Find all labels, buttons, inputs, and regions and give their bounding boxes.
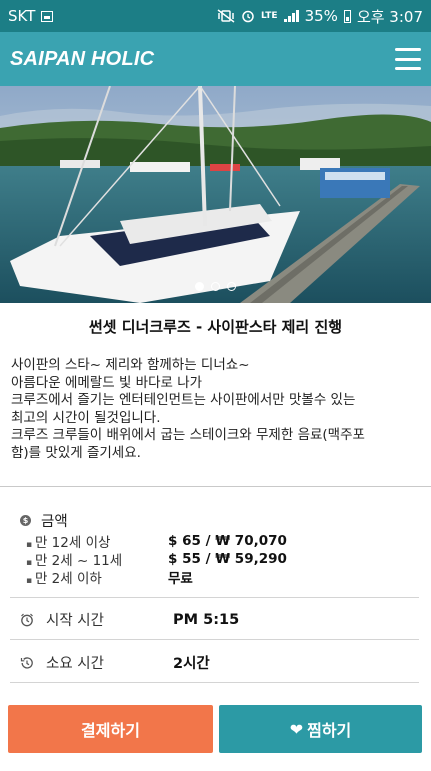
- price-row: 만 2세 이하 무료: [26, 567, 406, 587]
- cruise-photo: [0, 86, 431, 303]
- description-line: 최고의 시간이 될것입니다.: [11, 409, 161, 426]
- pay-button[interactable]: 결제하기: [8, 705, 213, 753]
- duration-value: 2시간: [173, 656, 210, 672]
- price-heading: $ 금액: [20, 510, 68, 531]
- price-value: $ 55 / ₩ 59,290: [168, 551, 287, 567]
- status-right: LTE 35% 오후 3:07: [217, 6, 423, 27]
- heart-icon: ❤: [289, 719, 304, 739]
- description-line: 아름다운 에메랄드 빛 바다로 나가: [11, 374, 203, 391]
- clock: 오후 3:07: [356, 7, 423, 26]
- row-divider: [10, 597, 419, 598]
- history-icon: [20, 656, 33, 669]
- description-line: 사이판의 스타~ 제리와 함께하는 디너쇼~: [11, 357, 250, 373]
- pay-button-label: 결제하기: [81, 721, 140, 740]
- start-time-row: 시작 시간 PM 5:15: [20, 609, 410, 630]
- price-row: 만 12세 이상 $ 65 / ₩ 70,070: [26, 531, 406, 551]
- status-bar: SKT LTE 35% 오후 3:07: [0, 0, 431, 32]
- price-age-label: 만 2세 이하: [26, 567, 168, 587]
- app-header: SAIPAN HOLIC: [0, 32, 431, 86]
- duration-row: 소요 시간 2시간: [20, 652, 410, 673]
- status-left: SKT: [8, 7, 54, 25]
- price-value: 무료: [168, 571, 193, 587]
- price-list: 만 12세 이상 $ 65 / ₩ 70,070 만 2세 ~ 11세 $ 55…: [26, 531, 406, 587]
- carousel-dots: [0, 282, 431, 291]
- price-row: 만 2세 ~ 11세 $ 55 / ₩ 59,290: [26, 549, 406, 569]
- brand-logo[interactable]: SAIPAN HOLIC: [10, 48, 154, 71]
- battery-icon: [343, 9, 351, 23]
- image-icon: [41, 10, 54, 22]
- signal-icon: [283, 10, 299, 22]
- hero-carousel[interactable]: [0, 86, 431, 303]
- wishlist-button[interactable]: ❤ 찜하기: [219, 705, 422, 753]
- carrier-label: SKT: [8, 7, 36, 25]
- duration-label: 소요 시간: [46, 656, 104, 672]
- hamburger-menu-icon[interactable]: [395, 48, 421, 70]
- mute-vibrate-icon: [217, 9, 235, 23]
- alarm-clock-icon: [21, 613, 33, 626]
- start-time-value: PM 5:15: [173, 611, 240, 628]
- wishlist-button-label: 찜하기: [307, 721, 352, 740]
- carousel-dot[interactable]: [227, 282, 236, 291]
- carousel-dot[interactable]: [195, 282, 204, 291]
- description-line: 크루즈 크루들이 배위에서 굽는 스테이크와 무제한 음료(맥주포: [11, 427, 365, 443]
- section-divider: [0, 486, 431, 487]
- start-time-label: 시작 시간: [46, 613, 104, 629]
- price-value: $ 65 / ₩ 70,070: [168, 533, 287, 549]
- price-age-label: 만 2세 ~ 11세: [26, 549, 168, 569]
- alarm-icon: [242, 10, 254, 23]
- description-line: 크루즈에서 즐기는 엔터테인먼트는 사이판에서만 맛볼수 있는: [11, 392, 356, 408]
- carousel-dot[interactable]: [211, 282, 220, 291]
- product-description: 사이판의 스타~ 제리와 함께하는 디너쇼~ 아름다운 에메랄드 빛 바다로 나…: [11, 357, 421, 462]
- product-title: 썬셋 디너크루즈 - 사이판스타 제리 진행: [88, 318, 343, 336]
- price-label: 금액: [41, 514, 68, 530]
- battery-percent: 35%: [304, 7, 338, 25]
- money-icon: $: [20, 515, 31, 526]
- price-age-label: 만 12세 이상: [26, 531, 168, 551]
- row-divider: [10, 639, 419, 640]
- description-line: 함)를 맛있게 즐기세요.: [11, 444, 141, 461]
- network-type-label: LTE: [261, 11, 278, 21]
- row-divider: [10, 682, 419, 683]
